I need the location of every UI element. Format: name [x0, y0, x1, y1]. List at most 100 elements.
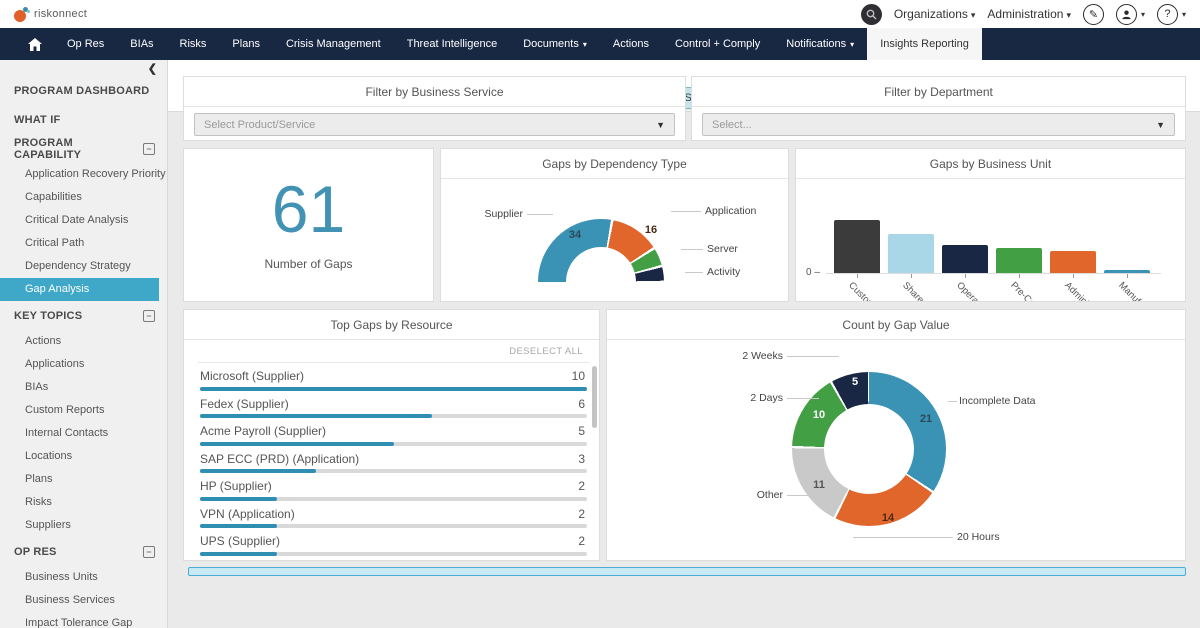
nav-item-insights-reporting[interactable]: Insights Reporting [867, 28, 982, 60]
nav-item-risks[interactable]: Risks [167, 28, 220, 60]
bar-manufactur[interactable] [1104, 270, 1150, 273]
sidebar-section-what-if[interactable]: WHAT IF [0, 105, 167, 134]
segment-value: 5 [676, 270, 682, 282]
chevron-down-icon: ▾ [1182, 10, 1186, 19]
sidebar-item-business-units[interactable]: Business Units [0, 566, 167, 589]
brand-logo[interactable]: riskonnect [14, 7, 87, 22]
organizations-menu[interactable]: Organizations▾ [894, 7, 976, 21]
top-gaps-row-ups-supplier[interactable]: UPS (Supplier)2 [184, 531, 600, 559]
sidebar-item-gap-analysis[interactable]: Gap Analysis [0, 278, 159, 301]
resource-bar-track [200, 497, 587, 501]
row-text: UPS (Supplier)2 [184, 531, 600, 548]
sidebar-section-key-topics[interactable]: KEY TOPICS− [0, 301, 167, 330]
sidebar-collapse-icon[interactable]: ❮ [0, 60, 167, 76]
dependency-type-card: Gaps by Dependency Type 34 16 6 5 Suppli… [440, 148, 789, 302]
chevron-down-icon: ▼ [656, 120, 665, 130]
sidebar-item-internal-contacts[interactable]: Internal Contacts [0, 422, 167, 445]
resource-bar-fill [200, 552, 277, 556]
segment-label: Server [707, 243, 738, 255]
sidebar-item-suppliers[interactable]: Suppliers [0, 514, 167, 537]
sidebar-section-program-capability[interactable]: PROGRAM CAPABILITY− [0, 134, 167, 163]
segment-value: 16 [645, 224, 657, 236]
bar-administra[interactable] [1050, 251, 1096, 273]
resource-bar-track [200, 387, 587, 391]
nav-item-notifications[interactable]: Notifications▾ [773, 28, 867, 60]
sidebar-item-plans[interactable]: Plans [0, 468, 167, 491]
sidebar-item-risks[interactable]: Risks [0, 491, 167, 514]
segment-label: 2 Days [707, 392, 783, 404]
compose-icon[interactable]: ✎ [1083, 4, 1104, 25]
segment-value: 6 [672, 252, 678, 264]
help-icon[interactable]: ? [1157, 4, 1178, 25]
sidebar-item-dependency-strategy[interactable]: Dependency Strategy [0, 255, 167, 278]
collapse-section-icon[interactable]: − [143, 143, 155, 155]
row-text: Fedex (Supplier)6 [184, 394, 600, 411]
collapse-section-icon[interactable]: − [143, 546, 155, 558]
sidebar-item-actions[interactable]: Actions [0, 330, 167, 353]
resource-value: 3 [578, 452, 585, 466]
nav-item-crisis-management[interactable]: Crisis Management [273, 28, 394, 60]
resource-label: UPS (Supplier) [200, 534, 280, 548]
nav-item-op-res[interactable]: Op Res [54, 28, 117, 60]
sidebar-item-application-recovery-priority[interactable]: Application Recovery Priority [0, 163, 167, 186]
sidebar-item-custom-reports[interactable]: Custom Reports [0, 399, 167, 422]
chevron-down-icon: ▾ [1066, 10, 1071, 20]
sidebar-item-applications[interactable]: Applications [0, 353, 167, 376]
sidebar-section-op-res[interactable]: OP RES − [0, 537, 167, 566]
nav-item-documents[interactable]: Documents▾ [510, 28, 600, 60]
sidebar-item-critical-date-analysis[interactable]: Critical Date Analysis [0, 209, 167, 232]
card-title: Gaps by Dependency Type [441, 149, 788, 179]
administration-menu[interactable]: Administration▾ [987, 7, 1071, 21]
bar-label: Customer Ops [846, 280, 897, 302]
resource-label: Fedex (Supplier) [200, 397, 289, 411]
nav-item-bias[interactable]: BIAs [117, 28, 166, 60]
collapse-section-icon[interactable]: − [143, 310, 155, 322]
segment-label: Other [707, 489, 783, 501]
top-gaps-row-hp-supplier[interactable]: HP (Supplier)2 [184, 476, 600, 504]
business-service-select[interactable]: Select Product/Service ▼ [194, 113, 675, 136]
deselect-all-button[interactable]: DESELECT ALL [509, 346, 583, 357]
top-gaps-row-s04prod-server[interactable]: S04prod (Server)2 [184, 559, 600, 562]
sidebar-item-capabilities[interactable]: Capabilities [0, 186, 167, 209]
user-icon[interactable] [1116, 4, 1137, 25]
sidebar-item-locations[interactable]: Locations [0, 445, 167, 468]
nav-item-threat-intelligence[interactable]: Threat Intelligence [394, 28, 511, 60]
sidebar-item-bias[interactable]: BIAs [0, 376, 167, 399]
sidebar-item-impact-tolerance-gap[interactable]: Impact Tolerance Gap [0, 612, 167, 628]
search-icon[interactable] [861, 4, 882, 25]
top-gaps-card: Top Gaps by Resource DESELECT ALL Micros… [183, 309, 600, 561]
top-gaps-row-microsoft-supplier[interactable]: Microsoft (Supplier)10 [184, 366, 600, 394]
list-scrollbar[interactable] [592, 366, 597, 428]
bar-operations[interactable] [942, 245, 988, 273]
callout-line [671, 211, 701, 212]
top-gaps-row-fedex-supplier[interactable]: Fedex (Supplier)6 [184, 394, 600, 422]
bar-shared-ser[interactable] [888, 234, 934, 273]
segment-value: 14 [882, 512, 894, 524]
gap-count-label: Number of Gaps [184, 257, 433, 271]
bar-label: Administra... [1062, 280, 1107, 302]
sidebar-item-critical-path[interactable]: Critical Path [0, 232, 167, 255]
department-select[interactable]: Select... ▼ [702, 113, 1175, 136]
filter-business-service-card: Filter by Business Service Select Produc… [183, 76, 686, 141]
sidebar-item-business-services[interactable]: Business Services [0, 589, 167, 612]
callout-line [787, 356, 839, 357]
nav-item-control-comply[interactable]: Control + Comply [662, 28, 773, 60]
callout-line [853, 537, 953, 538]
business-unit-plot: 0 – Customer OpsShared Ser...OperationsP… [796, 179, 1186, 302]
filter-department-card: Filter by Department Select... ▼ [691, 76, 1186, 141]
bar-pre-commer[interactable] [996, 248, 1042, 273]
top-gaps-row-acme-payroll-supplier[interactable]: Acme Payroll (Supplier)5 [184, 421, 600, 449]
top-gaps-row-sap-ecc-prd-application[interactable]: SAP ECC (PRD) (Application)3 [184, 449, 600, 477]
sidebar-section-label: OP RES [14, 546, 57, 558]
nav-item-plans[interactable]: Plans [219, 28, 273, 60]
resource-label: Acme Payroll (Supplier) [200, 424, 326, 438]
nav-item-actions[interactable]: Actions [600, 28, 662, 60]
resource-bar-fill [200, 414, 432, 418]
bar-customer-ops[interactable] [834, 220, 880, 273]
sidebar-section-label: WHAT IF [14, 114, 60, 126]
segment-label: Incomplete Data [959, 395, 1035, 407]
y-axis-zero-label: 0 – [806, 267, 820, 278]
home-icon[interactable] [16, 28, 54, 60]
top-gaps-row-vpn-application[interactable]: VPN (Application)2 [184, 504, 600, 532]
sidebar-section-program-dashboard[interactable]: PROGRAM DASHBOARD [0, 76, 167, 105]
